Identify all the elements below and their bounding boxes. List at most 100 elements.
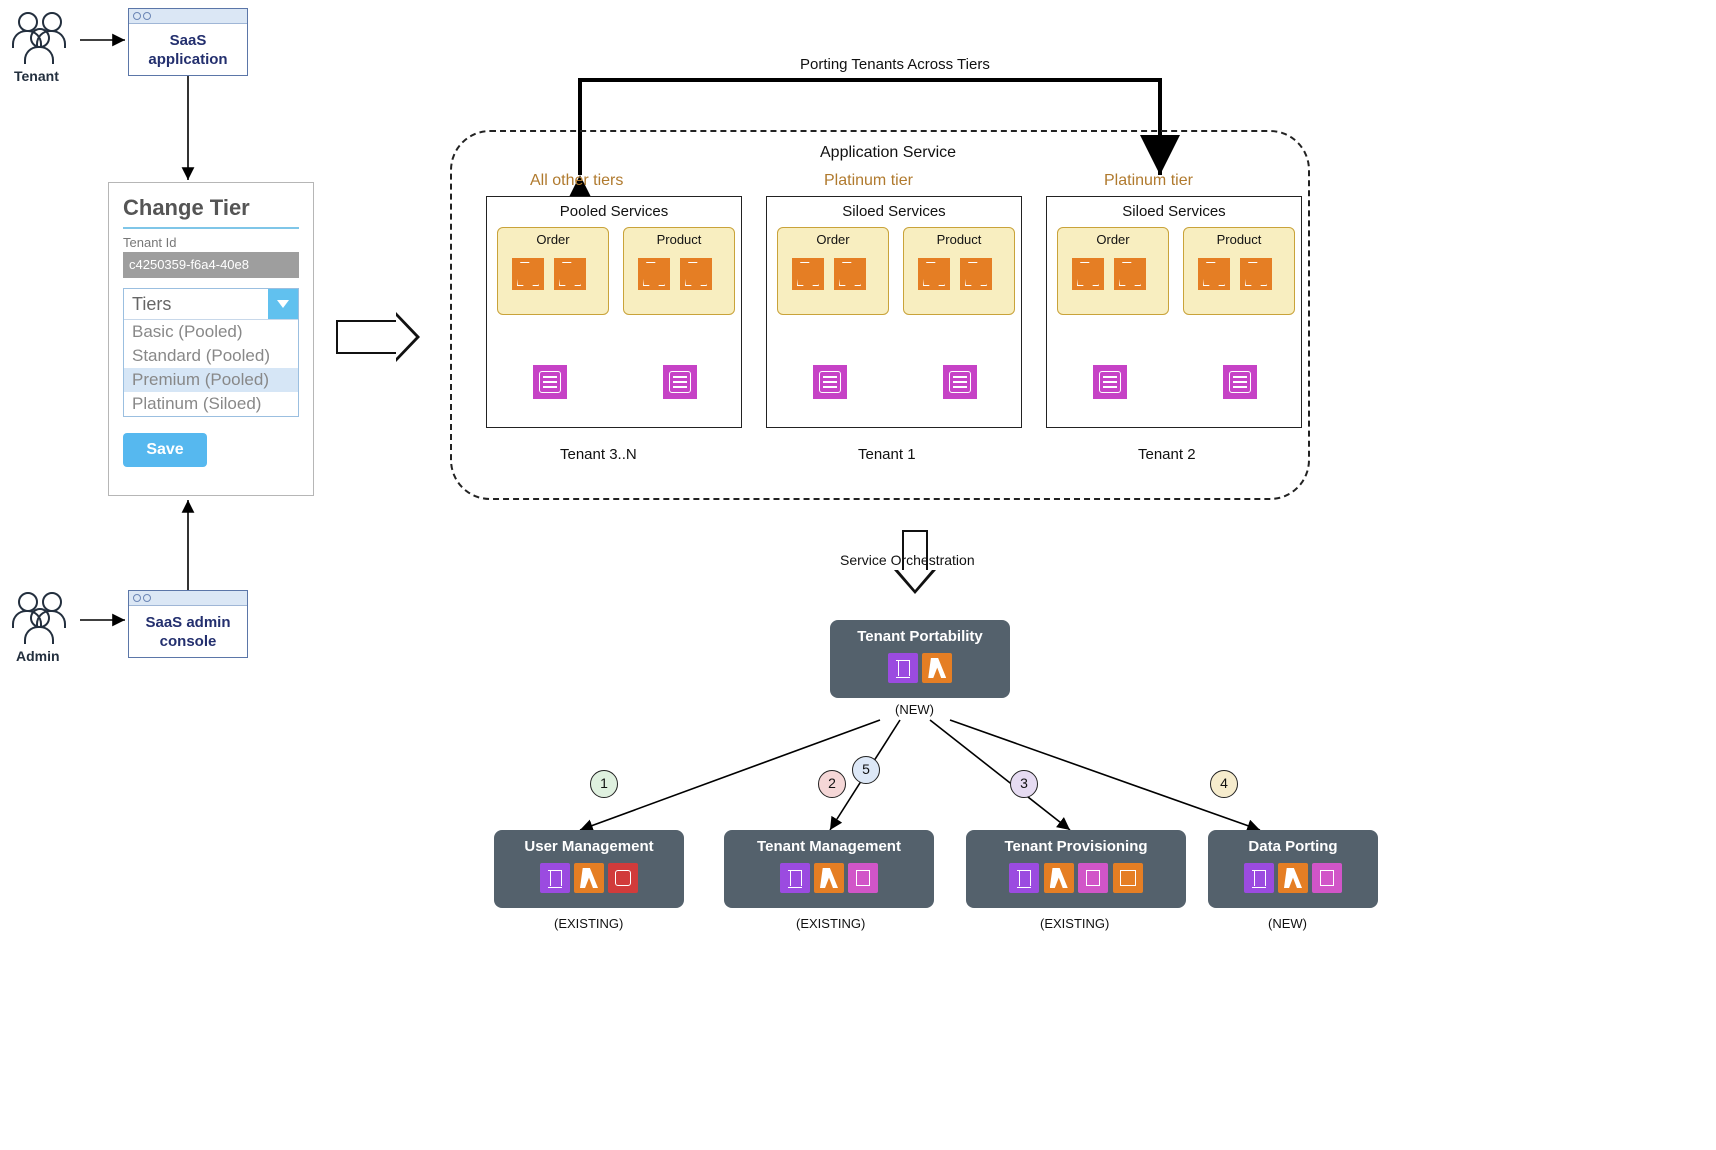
- col0-tier: All other tiers: [530, 172, 623, 190]
- lambda-icon: [834, 258, 866, 290]
- col2-tier: Platinum tier: [1104, 172, 1193, 190]
- lambda-icon: [814, 863, 844, 893]
- lambda-icon: [1198, 258, 1230, 290]
- codebuild-icon: [1113, 863, 1143, 893]
- tenant-portability-label: Tenant Portability: [830, 620, 1010, 645]
- lambda-icon: [792, 258, 824, 290]
- tier-option-platinum[interactable]: Platinum (Siloed): [124, 392, 298, 416]
- col0-stack: Pooled Services Order Product: [486, 196, 742, 428]
- col1-svc-order: Order: [777, 227, 889, 315]
- chevron-down-icon: [268, 289, 298, 319]
- lambda-icon: [1072, 258, 1104, 290]
- data-porting-status: (NEW): [1268, 916, 1307, 931]
- database-icon: [533, 365, 567, 399]
- step-4-badge: 4: [1210, 770, 1238, 798]
- saas-app-window: SaaSapplication: [128, 8, 248, 76]
- apigateway-icon: [888, 653, 918, 683]
- lambda-icon: [680, 258, 712, 290]
- admin-label: Admin: [16, 648, 60, 664]
- tenant-management-label: Tenant Management: [724, 830, 934, 855]
- lambda-icon: [554, 258, 586, 290]
- tenant-actor-icon: [8, 12, 78, 67]
- apigateway-icon: [1009, 863, 1039, 893]
- tenant-management-box: Tenant Management: [724, 830, 934, 908]
- database-icon: [1093, 365, 1127, 399]
- tier-select-label: Tiers: [132, 294, 171, 314]
- tenant-id-value: c4250359-f6a4-40e8: [123, 252, 299, 278]
- user-management-box: User Management: [494, 830, 684, 908]
- lambda-icon: [918, 258, 950, 290]
- application-service-title: Application Service: [820, 144, 956, 162]
- lambda-icon: [512, 258, 544, 290]
- change-tier-form: Change Tier Tenant Id c4250359-f6a4-40e8…: [108, 182, 314, 496]
- database-icon: [943, 365, 977, 399]
- col1-tier: Platinum tier: [824, 172, 913, 190]
- tier-option-basic[interactable]: Basic (Pooled): [124, 320, 298, 344]
- tenant-provisioning-box: Tenant Provisioning: [966, 830, 1186, 908]
- col0-svc-product-label: Product: [624, 232, 734, 247]
- user-management-label: User Management: [494, 830, 684, 855]
- col2-stack: Siloed Services Order Product: [1046, 196, 1302, 428]
- database-icon: [1223, 365, 1257, 399]
- tier-option-standard[interactable]: Standard (Pooled): [124, 344, 298, 368]
- col1-stack: Siloed Services Order Product: [766, 196, 1022, 428]
- lambda-icon: [1240, 258, 1272, 290]
- lambda-icon: [638, 258, 670, 290]
- save-button[interactable]: Save: [123, 433, 207, 467]
- database-icon: [813, 365, 847, 399]
- admin-actor-icon: [8, 592, 78, 647]
- col1-svc-product-label: Product: [904, 232, 1014, 247]
- user-management-status: (EXISTING): [554, 916, 623, 931]
- lambda-icon: [960, 258, 992, 290]
- step-2-badge: 2: [818, 770, 846, 798]
- tier-option-premium[interactable]: Premium (Pooled): [124, 368, 298, 392]
- col2-svc-order: Order: [1057, 227, 1169, 315]
- apigateway-icon: [540, 863, 570, 893]
- dynamodb-icon: [1078, 863, 1108, 893]
- tenant-portability-status: (NEW): [895, 702, 934, 717]
- lambda-icon: [1114, 258, 1146, 290]
- col0-svc-product: Product: [623, 227, 735, 315]
- lambda-icon: [922, 653, 952, 683]
- lambda-icon: [1044, 863, 1074, 893]
- porting-tenants-label: Porting Tenants Across Tiers: [800, 56, 990, 73]
- cognito-icon: [608, 863, 638, 893]
- dynamodb-icon: [848, 863, 878, 893]
- col1-svc-product: Product: [903, 227, 1015, 315]
- tenant-id-label: Tenant Id: [123, 235, 299, 250]
- tenant-label: Tenant: [14, 68, 59, 84]
- col1-tenant: Tenant 1: [858, 446, 916, 463]
- diagram-canvas: Tenant SaaSapplication Admin SaaS adminc…: [0, 0, 1716, 1150]
- service-orchestration-label: Service Orchestration: [840, 552, 975, 568]
- tenant-management-status: (EXISTING): [796, 916, 865, 931]
- tier-select[interactable]: Tiers Basic (Pooled) Standard (Pooled) P…: [123, 288, 299, 417]
- apigateway-icon: [780, 863, 810, 893]
- col2-svc-product-label: Product: [1184, 232, 1294, 247]
- lambda-icon: [1278, 863, 1308, 893]
- col0-tenant: Tenant 3..N: [560, 446, 637, 463]
- change-tier-title: Change Tier: [123, 195, 299, 229]
- col1-svc-order-label: Order: [778, 232, 888, 247]
- tenant-portability-box: Tenant Portability: [830, 620, 1010, 698]
- flow-arrow-icon: [336, 320, 400, 354]
- col0-svc-order-label: Order: [498, 232, 608, 247]
- tenant-provisioning-label: Tenant Provisioning: [966, 830, 1186, 855]
- col0-group: Pooled Services: [487, 203, 741, 220]
- step-1-badge: 1: [590, 770, 618, 798]
- database-icon: [663, 365, 697, 399]
- data-porting-box: Data Porting: [1208, 830, 1378, 908]
- dynamodb-icon: [1312, 863, 1342, 893]
- lambda-icon: [574, 863, 604, 893]
- admin-console-window: SaaS adminconsole: [128, 590, 248, 658]
- data-porting-label: Data Porting: [1208, 830, 1378, 855]
- col1-group: Siloed Services: [767, 203, 1021, 220]
- col2-tenant: Tenant 2: [1138, 446, 1196, 463]
- stepfunctions-icon: [1244, 863, 1274, 893]
- step-5-badge: 5: [852, 756, 880, 784]
- col2-group: Siloed Services: [1047, 203, 1301, 220]
- col2-svc-product: Product: [1183, 227, 1295, 315]
- saas-app-label: SaaSapplication: [129, 24, 247, 78]
- tenant-provisioning-status: (EXISTING): [1040, 916, 1109, 931]
- col2-svc-order-label: Order: [1058, 232, 1168, 247]
- admin-console-label: SaaS adminconsole: [129, 606, 247, 660]
